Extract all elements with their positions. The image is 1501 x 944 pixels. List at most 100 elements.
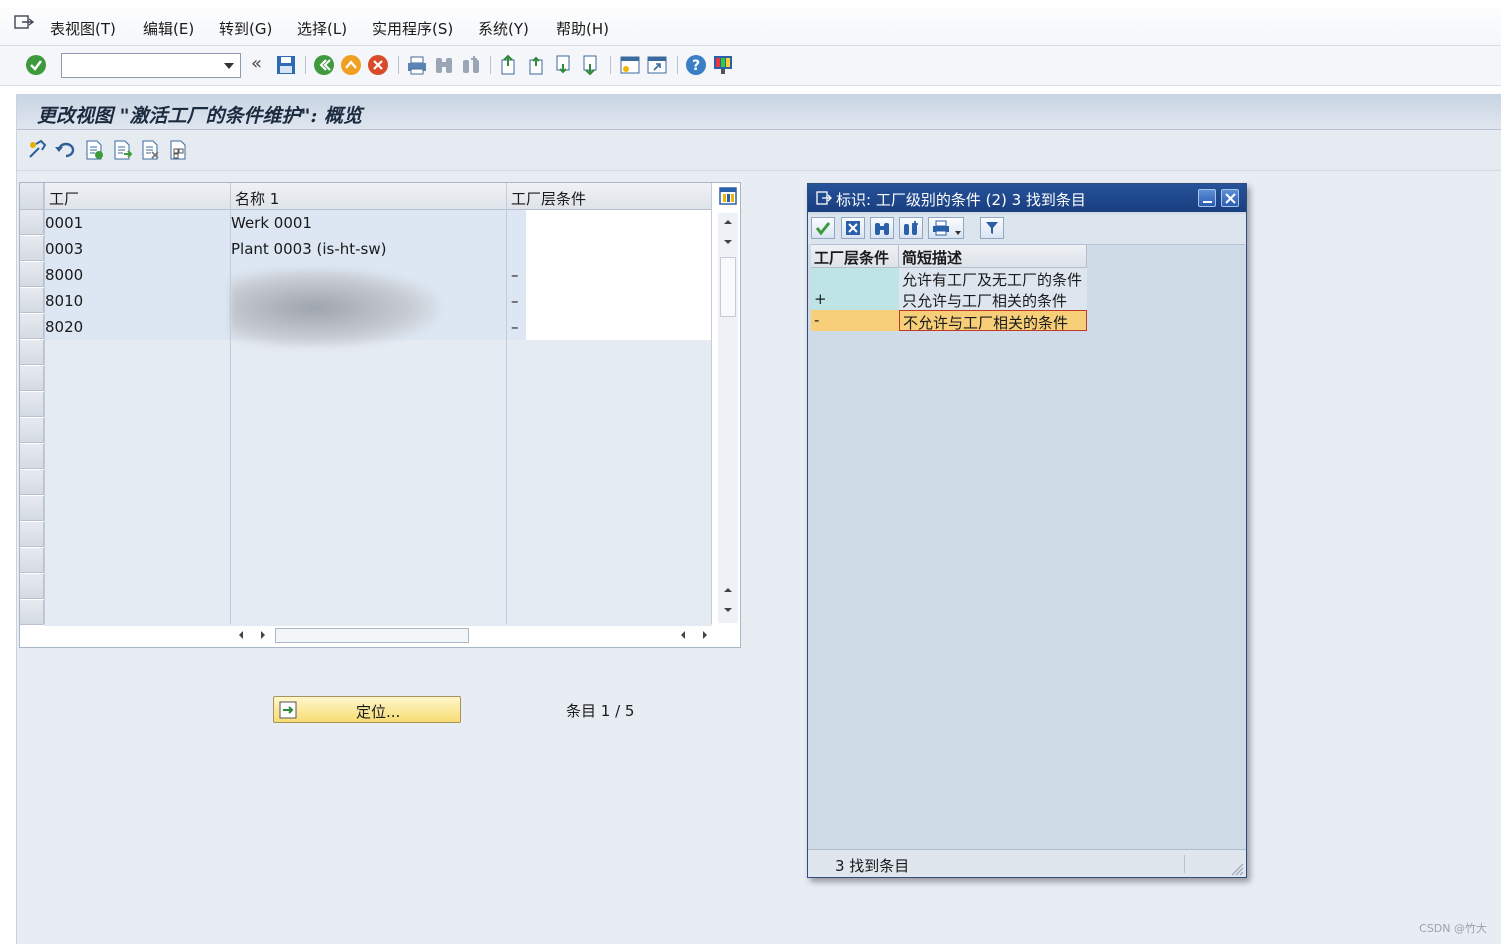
result-key[interactable]: + <box>811 289 899 310</box>
popup-column-header-description[interactable]: 简短描述 <box>899 245 1087 268</box>
filter-button[interactable] <box>980 217 1004 239</box>
horizontal-scrollbar[interactable] <box>230 626 707 644</box>
scroll-thumb[interactable] <box>720 257 736 317</box>
new-entries-icon[interactable] <box>83 139 105 161</box>
resize-grip-icon[interactable] <box>1228 860 1244 876</box>
undo-icon[interactable] <box>54 139 76 161</box>
menu-select[interactable]: 选择(L) <box>297 18 347 39</box>
hscroll-thumb[interactable] <box>275 628 469 643</box>
scroll-left-icon[interactable] <box>236 630 246 640</box>
cancel-button[interactable] <box>841 217 865 239</box>
result-description-selected[interactable]: 不允许与工厂相关的条件 <box>899 310 1087 332</box>
table-row[interactable]: 0001 Werk 0001 <box>44 210 712 236</box>
menu-system[interactable]: 系统(Y) <box>478 18 529 39</box>
chevron-down-icon[interactable] <box>224 63 234 69</box>
next-page-icon[interactable] <box>553 54 575 76</box>
menu-table-view[interactable]: 表视图(T) <box>50 18 116 39</box>
row-selector[interactable] <box>20 548 44 573</box>
row-selector[interactable] <box>20 574 44 599</box>
find-next-icon[interactable] <box>460 54 482 76</box>
last-page-icon[interactable] <box>580 54 602 76</box>
popup-column-header-condition[interactable]: 工厂层条件 <box>811 245 899 268</box>
enter-check-icon[interactable] <box>25 54 47 76</box>
column-header-plant[interactable]: 工厂 <box>49 188 79 209</box>
table-control: 工厂 名称 1 工厂层条件 0001 Werk 0001 0003 Plant … <box>19 182 741 648</box>
entry-counter: 条目 1 / 5 <box>566 702 635 720</box>
cell-name: Werk 0001 <box>231 214 312 232</box>
row-selector[interactable] <box>20 444 44 469</box>
empty-row <box>44 600 712 626</box>
scroll-left-icon[interactable] <box>678 630 688 640</box>
find-icon[interactable] <box>433 54 455 76</box>
locate-button[interactable]: 定位... <box>273 696 461 723</box>
select-all-icon[interactable] <box>167 139 189 161</box>
vertical-scrollbar[interactable] <box>718 213 738 623</box>
row-selector[interactable] <box>20 418 44 443</box>
row-selector[interactable] <box>20 470 44 495</box>
exit-icon[interactable] <box>340 54 362 76</box>
help-icon[interactable]: ? <box>685 54 707 76</box>
back-icon[interactable] <box>313 54 335 76</box>
row-selector[interactable] <box>20 262 44 287</box>
shortcut-icon[interactable] <box>646 54 668 76</box>
result-key[interactable] <box>811 268 899 289</box>
row-selector[interactable] <box>20 600 44 625</box>
scroll-right-icon[interactable] <box>700 630 710 640</box>
select-all-rows[interactable] <box>20 183 44 210</box>
menu-edit[interactable]: 编辑(E) <box>143 18 194 39</box>
menu-help[interactable]: 帮助(H) <box>556 18 609 39</box>
minimize-button[interactable] <box>1198 189 1216 207</box>
row-selector[interactable] <box>20 314 44 339</box>
command-field[interactable] <box>61 53 241 78</box>
row-selector[interactable] <box>20 366 44 391</box>
print-menu-button[interactable] <box>928 217 964 239</box>
first-page-icon[interactable] <box>498 54 520 76</box>
popup-title-bar[interactable]: 标识: 工厂级别的条件 (2) 3 找到条目 <box>808 184 1246 212</box>
menu-exit-icon[interactable] <box>14 14 34 30</box>
close-button[interactable] <box>1221 189 1239 207</box>
scroll-down-icon[interactable] <box>722 605 734 615</box>
minimize-icon <box>1203 201 1212 203</box>
create-session-icon[interactable] <box>619 54 641 76</box>
cell-plant-condition[interactable]: – <box>511 318 519 336</box>
find-next-button[interactable] <box>899 217 923 239</box>
save-icon[interactable] <box>275 54 297 76</box>
find-button[interactable] <box>870 217 894 239</box>
row-selector[interactable] <box>20 340 44 365</box>
popup-title: 标识: 工厂级别的条件 (2) 3 找到条目 <box>836 191 1086 209</box>
row-selector[interactable] <box>20 522 44 547</box>
row-selector[interactable] <box>20 288 44 313</box>
copy-button[interactable] <box>811 217 835 239</box>
binoculars-plus-icon <box>904 221 918 235</box>
row-selector[interactable] <box>20 392 44 417</box>
display-change-icon[interactable] <box>27 139 49 161</box>
cell-plant-condition[interactable]: – <box>511 266 519 284</box>
result-key-selected[interactable]: - <box>811 310 899 331</box>
collapse-chevron-icon[interactable]: « <box>251 53 262 74</box>
application-toolbar <box>17 131 1501 171</box>
result-description[interactable]: 只允许与工厂相关的条件 <box>899 289 1087 310</box>
scroll-right-icon[interactable] <box>258 630 268 640</box>
row-selector[interactable] <box>20 236 44 261</box>
cell-plant: 8020 <box>45 318 84 336</box>
row-selector[interactable] <box>20 496 44 521</box>
page-down-icon[interactable] <box>722 237 734 247</box>
column-header-plant-condition[interactable]: 工厂层条件 <box>511 188 586 209</box>
column-header-name[interactable]: 名称 1 <box>235 188 279 209</box>
page-up-icon[interactable] <box>722 585 734 595</box>
menu-goto[interactable]: 转到(G) <box>219 18 272 39</box>
title-bar: 更改视图 "激活工厂的条件维护": 概览 <box>17 94 1501 130</box>
cancel-icon[interactable] <box>367 54 389 76</box>
previous-page-icon[interactable] <box>526 54 548 76</box>
delete-icon[interactable] <box>139 139 161 161</box>
print-icon[interactable] <box>406 54 428 76</box>
table-row[interactable]: 0003 Plant 0003 (is-ht-sw) <box>44 236 712 262</box>
cell-plant-condition[interactable]: – <box>511 292 519 310</box>
copy-as-icon[interactable] <box>111 139 133 161</box>
menu-utilities[interactable]: 实用程序(S) <box>372 18 453 39</box>
row-selector[interactable] <box>20 210 44 235</box>
customize-layout-icon[interactable] <box>712 54 734 76</box>
table-settings-icon[interactable] <box>719 187 737 205</box>
result-description[interactable]: 允许有工厂及无工厂的条件 <box>899 268 1087 289</box>
scroll-up-icon[interactable] <box>722 217 734 227</box>
